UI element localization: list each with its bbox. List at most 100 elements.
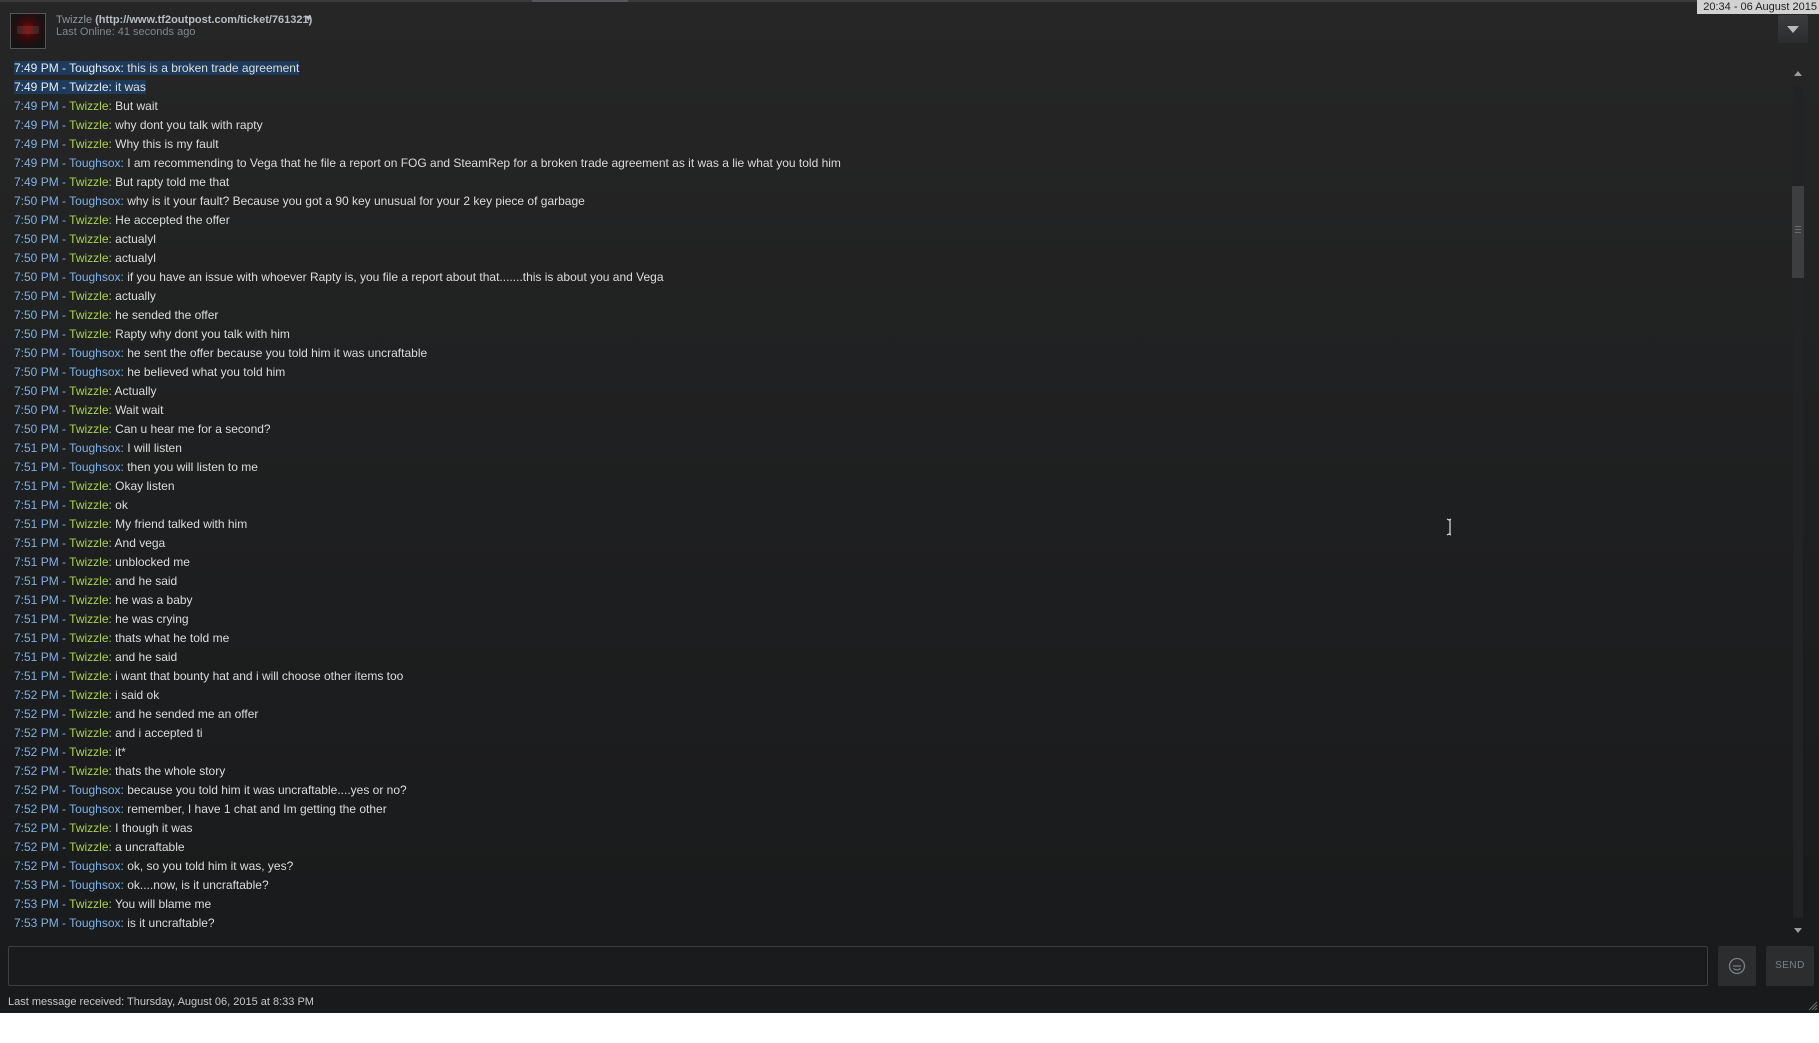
message-text: Why this is my fault bbox=[115, 137, 219, 151]
message-separator: - bbox=[58, 194, 70, 208]
message-time: 7:52 PM bbox=[14, 783, 59, 797]
scrollbar-thumb[interactable] bbox=[1792, 186, 1804, 278]
message-time: 7:50 PM bbox=[14, 308, 59, 322]
message-text: I am recommending to Vega that he file a… bbox=[127, 156, 841, 170]
message-text: he sent the offer because you told him i… bbox=[127, 346, 428, 360]
message-sender[interactable]: Twizzle bbox=[69, 118, 108, 132]
message-sender[interactable]: Twizzle bbox=[69, 517, 108, 531]
message-sender[interactable]: Twizzle bbox=[69, 688, 108, 702]
message-sender[interactable]: Twizzle bbox=[69, 650, 108, 664]
message-sender[interactable]: Twizzle bbox=[69, 384, 108, 398]
message-text: thats what he told me bbox=[115, 631, 230, 645]
message-sender[interactable]: Twizzle bbox=[69, 726, 108, 740]
message-sender[interactable]: Twizzle bbox=[69, 631, 108, 645]
message-sender[interactable]: Toughsox bbox=[69, 916, 120, 930]
message-text: and he said bbox=[115, 650, 178, 664]
message-sender[interactable]: Twizzle bbox=[69, 612, 108, 626]
message-sender[interactable]: Toughsox bbox=[69, 859, 120, 873]
message-sender[interactable]: Toughsox bbox=[69, 460, 120, 474]
friend-url: (http://www.tf2outpost.com/ticket/761321… bbox=[95, 14, 313, 26]
message-sender[interactable]: Twizzle bbox=[69, 213, 108, 227]
message-time: 7:51 PM bbox=[14, 631, 59, 645]
chat-message: 7:52 PM - Twizzle: it* bbox=[14, 743, 1784, 762]
message-sender[interactable]: Twizzle bbox=[69, 897, 108, 911]
message-separator: - bbox=[58, 118, 70, 132]
message-sender[interactable]: Twizzle bbox=[69, 175, 108, 189]
message-sender[interactable]: Twizzle bbox=[69, 840, 108, 854]
message-text: this is a broken trade agreement bbox=[127, 61, 300, 75]
message-time: 7:50 PM bbox=[14, 194, 59, 208]
message-separator: - bbox=[58, 441, 70, 455]
message-sender[interactable]: Twizzle bbox=[69, 745, 108, 759]
message-text: And vega bbox=[114, 536, 166, 550]
chat-message: 7:53 PM - Toughsox: ok....now, is it unc… bbox=[14, 876, 1784, 895]
message-sender[interactable]: Twizzle bbox=[69, 251, 108, 265]
message-sender[interactable]: Twizzle bbox=[69, 536, 108, 550]
message-sender[interactable]: Twizzle bbox=[69, 669, 108, 683]
message-sender[interactable]: Twizzle bbox=[69, 821, 108, 835]
message-separator: - bbox=[58, 650, 70, 664]
friend-menu-chevron-icon[interactable]: ▼ bbox=[304, 13, 313, 23]
message-sender[interactable]: Twizzle bbox=[69, 935, 108, 936]
chat-message: 7:53 PM - Twizzle: Can u hear me? bbox=[14, 933, 1784, 936]
message-sender[interactable]: Toughsox bbox=[69, 802, 120, 816]
message-sender[interactable]: Toughsox bbox=[69, 783, 120, 797]
message-sender[interactable]: Twizzle bbox=[69, 327, 108, 341]
message-sender[interactable]: Twizzle bbox=[69, 289, 108, 303]
chat-message: 7:49 PM - Toughsox: I am recommending to… bbox=[14, 154, 1784, 173]
message-sender[interactable]: Toughsox bbox=[69, 61, 121, 75]
message-sender[interactable]: Toughsox bbox=[69, 365, 120, 379]
message-text: actualyl bbox=[115, 232, 156, 246]
arrow-down-icon[interactable] bbox=[1790, 922, 1806, 938]
message-sender[interactable]: Toughsox bbox=[69, 270, 120, 284]
message-sender[interactable]: Toughsox bbox=[69, 346, 120, 360]
chat-input[interactable] bbox=[8, 946, 1708, 986]
message-time: 7:53 PM bbox=[14, 878, 59, 892]
message-text: it* bbox=[115, 745, 126, 759]
send-button[interactable]: SEND bbox=[1766, 946, 1814, 986]
message-text: ok, so you told him it was, yes? bbox=[127, 859, 294, 873]
message-sender[interactable]: Twizzle bbox=[69, 593, 108, 607]
message-sender[interactable]: Twizzle bbox=[69, 707, 108, 721]
message-sender[interactable]: Toughsox bbox=[69, 156, 120, 170]
message-sender[interactable]: Twizzle bbox=[69, 498, 108, 512]
chat-message: 7:50 PM - Toughsox: why is it your fault… bbox=[14, 192, 1784, 211]
message-sender[interactable]: Toughsox bbox=[69, 878, 120, 892]
avatar[interactable] bbox=[10, 13, 46, 49]
chat-options-button[interactable] bbox=[1778, 15, 1808, 43]
chat-message: 7:51 PM - Twizzle: he was crying bbox=[14, 610, 1784, 629]
message-sender[interactable]: Twizzle bbox=[69, 80, 109, 94]
message-sender[interactable]: Twizzle bbox=[69, 764, 108, 778]
chat-message: 7:51 PM - Twizzle: And vega bbox=[14, 534, 1784, 553]
message-sender[interactable]: Toughsox bbox=[69, 194, 120, 208]
chat-message: 7:50 PM - Toughsox: he believed what you… bbox=[14, 363, 1784, 382]
message-text: I though it was bbox=[115, 821, 193, 835]
chat-message: 7:51 PM - Twizzle: he was a baby bbox=[14, 591, 1784, 610]
message-time: 7:51 PM bbox=[14, 441, 59, 455]
message-sender[interactable]: Twizzle bbox=[69, 137, 108, 151]
chat-message: 7:52 PM - Twizzle: thats the whole story bbox=[14, 762, 1784, 781]
arrow-up-icon[interactable] bbox=[1790, 66, 1806, 82]
message-sender[interactable]: Twizzle bbox=[69, 232, 108, 246]
message-time: 7:51 PM bbox=[14, 650, 59, 664]
message-sender[interactable]: Twizzle bbox=[69, 555, 108, 569]
message-sender[interactable]: Twizzle bbox=[69, 422, 108, 436]
chat-message: 7:52 PM - Twizzle: a uncraftable bbox=[14, 838, 1784, 857]
chat-message: 7:50 PM - Twizzle: Rapty why dont you ta… bbox=[14, 325, 1784, 344]
message-separator: - bbox=[58, 422, 70, 436]
emoticon-button[interactable] bbox=[1718, 946, 1756, 986]
message-text: and he sended me an offer bbox=[115, 707, 259, 721]
message-text: he was a baby bbox=[115, 593, 193, 607]
message-sender[interactable]: Twizzle bbox=[69, 574, 108, 588]
resize-grip-icon[interactable] bbox=[1806, 999, 1818, 1011]
message-sender[interactable]: Twizzle bbox=[69, 479, 108, 493]
message-separator: - bbox=[58, 878, 70, 892]
message-sender[interactable]: Twizzle bbox=[69, 308, 108, 322]
message-sender[interactable]: Twizzle bbox=[69, 99, 108, 113]
message-text: i want that bounty hat and i will choose… bbox=[115, 669, 404, 683]
chat-scrollbar[interactable] bbox=[1790, 66, 1806, 938]
chat-message: 7:50 PM - Toughsox: if you have an issue… bbox=[14, 268, 1784, 287]
message-sender[interactable]: Toughsox bbox=[69, 441, 120, 455]
chat-history[interactable]: 7:49 PM - Toughsox: this is a broken tra… bbox=[14, 59, 1784, 936]
message-sender[interactable]: Twizzle bbox=[69, 403, 108, 417]
